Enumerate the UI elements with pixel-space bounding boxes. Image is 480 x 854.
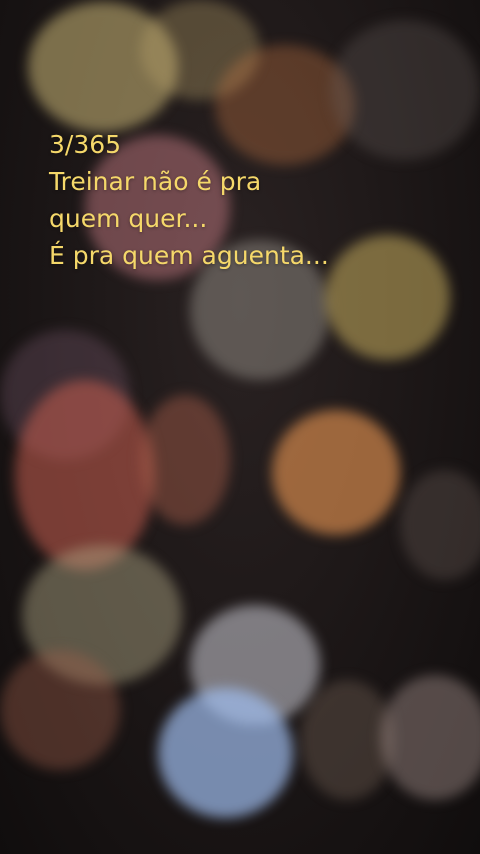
bokeh-light <box>400 470 480 580</box>
bokeh-light <box>380 675 480 800</box>
bokeh-light <box>325 235 450 360</box>
caption-overlay: 3/365 Treinar não é pra quem quer... É p… <box>49 126 329 274</box>
bokeh-light <box>158 688 293 818</box>
bokeh-light <box>272 410 400 535</box>
video-frame: 3/365 Treinar não é pra quem quer... É p… <box>0 0 480 854</box>
bokeh-light <box>330 20 480 160</box>
caption-line-2: quem quer... <box>49 204 208 233</box>
bokeh-light <box>15 380 155 570</box>
caption-line-1: Treinar não é pra <box>49 167 262 196</box>
bokeh-light <box>0 650 120 770</box>
day-counter: 3/365 <box>49 130 122 159</box>
caption-line-3: É pra quem aguenta... <box>49 241 329 270</box>
bokeh-light <box>140 395 230 525</box>
